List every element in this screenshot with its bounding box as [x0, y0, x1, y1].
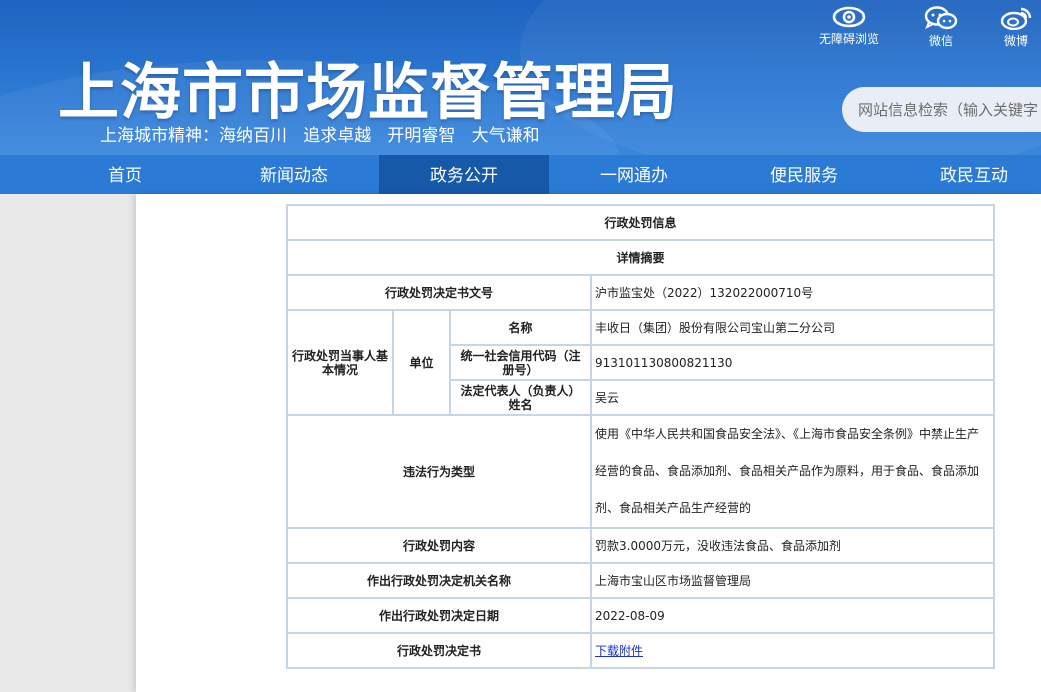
nav-item-home[interactable]: 首页 [40, 155, 210, 194]
penalty-content-value: 罚款3.0000万元，没收违法食品、食品添加剂 [589, 527, 996, 564]
table-row: 详情摘要 [285, 239, 996, 276]
table-row: 行政处罚信息 [285, 204, 996, 241]
unit-label: 单位 [392, 309, 451, 416]
table-row: 行政处罚决定书 下载附件 [286, 632, 996, 669]
decision-date-value: 2022-08-09 [589, 597, 996, 634]
decision-doc-cell: 下载附件 [589, 632, 996, 669]
nav-item-public-services[interactable]: 便民服务 [719, 155, 889, 194]
name-label: 名称 [449, 309, 592, 346]
violation-type-value: 使用《中华人民共和国食品安全法》、《上海市食品安全条例》中禁止生产经营的食品、食… [589, 414, 996, 529]
violation-type-label: 违法行为类型 [286, 414, 592, 529]
doc-no-label: 行政处罚决定书文号 [286, 274, 592, 311]
download-attachment-link[interactable]: 下载附件 [595, 644, 643, 658]
wechat-button[interactable]: 微信 [918, 6, 964, 49]
site-search-box [842, 87, 1041, 132]
table-row: 行政处罚当事人基本情况 单位 名称 丰收日（集团）股份有限公司宝山第二分公司 [286, 309, 996, 416]
site-header: 上海市市场监督管理局 上海城市精神：海纳百川 追求卓越 开明睿智 大气谦和 无障… [0, 0, 1041, 155]
weibo-label: 微博 [1003, 34, 1028, 48]
legal-rep-label: 法定代表人（负责人）姓名 [449, 379, 592, 416]
decision-doc-label: 行政处罚决定书 [286, 632, 592, 669]
table-row: 作出行政处罚决定日期 2022-08-09 [286, 597, 996, 634]
table-row: 行政处罚决定书文号 沪市监宝处（2022）132022000710号 [286, 274, 996, 311]
site-title: 上海市市场监督管理局 [58, 57, 679, 128]
name-value: 丰收日（集团）股份有限公司宝山第二分公司 [589, 309, 996, 346]
penalty-content-label: 行政处罚内容 [286, 527, 592, 564]
nav-item-government-affairs[interactable]: 政务公开 [379, 155, 549, 194]
main-nav: 首页 新闻动态 政务公开 一网通办 便民服务 政民互动 [0, 155, 1041, 194]
accessible-browse-button[interactable]: 无障碍浏览 [814, 6, 884, 47]
wechat-label: 微信 [928, 34, 953, 48]
table-row: 行政处罚内容 罚款3.0000万元，没收违法食品、食品添加剂 [286, 527, 996, 564]
nav-item-news[interactable]: 新闻动态 [209, 155, 379, 194]
credit-code-label: 统一社会信用代码（注册号） [449, 344, 592, 381]
table-row: 作出行政处罚决定机关名称 上海市宝山区市场监督管理局 [286, 562, 996, 599]
table-subtitle: 详情摘要 [285, 239, 996, 276]
eye-icon [832, 6, 866, 28]
legal-rep-value: 吴云 [589, 379, 996, 416]
doc-no-value: 沪市监宝处（2022）132022000710号 [589, 274, 996, 311]
authority-label: 作出行政处罚决定机关名称 [286, 562, 592, 599]
accessible-browse-label: 无障碍浏览 [818, 32, 879, 46]
weibo-icon [1000, 7, 1032, 30]
party-label: 行政处罚当事人基本情况 [286, 309, 394, 416]
weibo-button[interactable]: 微博 [994, 6, 1038, 49]
table-row: 违法行为类型 使用《中华人民共和国食品安全法》、《上海市食品安全条例》中禁止生产… [286, 414, 996, 529]
nav-item-interaction[interactable]: 政民互动 [889, 155, 1041, 194]
penalty-info-table: 行政处罚信息 详情摘要 行政处罚决定书文号 沪市监宝处（2022）1320220… [285, 204, 996, 669]
wechat-icon [924, 6, 958, 30]
search-input[interactable] [858, 98, 1041, 122]
table-title: 行政处罚信息 [285, 204, 996, 241]
authority-value: 上海市宝山区市场监督管理局 [589, 562, 996, 599]
credit-code-value: 913101130800821130 [589, 344, 996, 381]
nav-item-online-services[interactable]: 一网通办 [549, 155, 719, 194]
site-motto: 上海城市精神：海纳百川 追求卓越 开明睿智 大气谦和 [100, 126, 540, 146]
decision-date-label: 作出行政处罚决定日期 [286, 597, 592, 634]
